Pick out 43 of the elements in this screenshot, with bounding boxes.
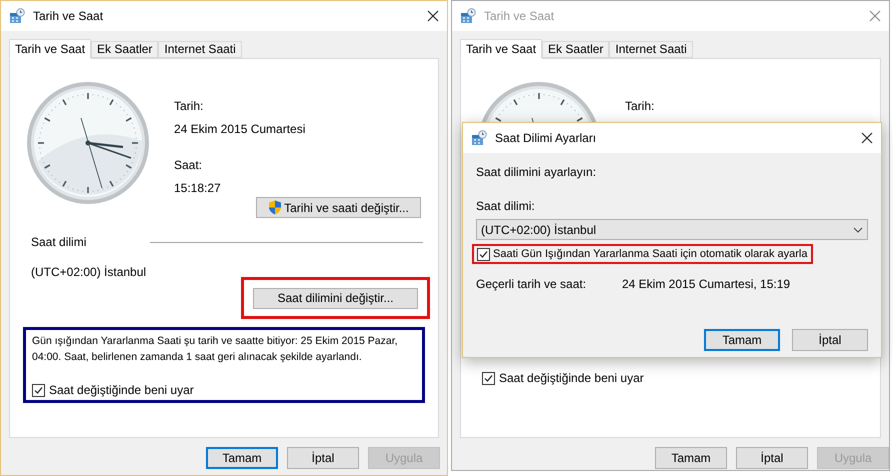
section-heading: Saat dilimi xyxy=(31,234,88,251)
calendar-clock-icon xyxy=(471,130,487,146)
date-label: Tarih: xyxy=(174,98,204,115)
tab[interactable]: Ek Saatler xyxy=(542,41,610,58)
dialog-button[interactable]: Tamam xyxy=(704,329,780,351)
tab[interactable]: Internet Saati xyxy=(158,41,242,58)
dialog-button[interactable]: Tamam xyxy=(655,447,727,469)
checkbox-label: Saati Gün Işığından Yararlanma Saati için otomatik olarak ayarla xyxy=(493,246,808,262)
chevron-down-icon xyxy=(853,226,863,232)
time-text: 15:18:27 xyxy=(174,180,222,197)
date-label: Tarih: xyxy=(625,98,654,115)
dialog-button[interactable]: İptal xyxy=(792,329,868,351)
change-datetime-button[interactable]: Tarihi ve saati değiştir... xyxy=(256,197,421,218)
checkbox[interactable] xyxy=(32,384,45,396)
checkbox-label: Saat değiştiğinde beni uyar xyxy=(499,370,644,387)
timezone-text: (UTC+02:00) İstanbul xyxy=(30,264,148,281)
dialog-button[interactable]: İptal xyxy=(736,447,808,469)
date-text: 24 Ekim 2015 Cumartesi xyxy=(174,121,306,138)
close-icon[interactable] xyxy=(861,132,873,144)
tab[interactable]: Tarih ve Saat xyxy=(9,39,92,59)
field-label: Geçerli tarih ve saat: xyxy=(476,276,588,293)
calendar-clock-icon xyxy=(9,8,25,24)
tab[interactable]: Internet Saati xyxy=(609,41,693,58)
checkbox[interactable] xyxy=(482,372,495,384)
current-datetime-text: 24 Ekim 2015 Cumartesi, 15:19 xyxy=(622,276,790,293)
dialog-button[interactable]: Tamam xyxy=(206,447,278,469)
time-label: Saat: xyxy=(174,157,204,174)
timezone-dropdown[interactable]: (UTC+02:00) İstanbul xyxy=(476,219,868,240)
window-title: Saat Dilimi Ayarları xyxy=(495,130,598,147)
window-title: Tarih ve Saat xyxy=(33,8,104,25)
tab[interactable]: Ek Saatler xyxy=(91,41,158,58)
change-timezone-button[interactable]: Saat dilimini değiştir... xyxy=(253,288,418,308)
dialog-button[interactable]: İptal xyxy=(287,447,359,469)
field-label: Saat dilimi: xyxy=(476,198,536,215)
close-icon[interactable] xyxy=(427,10,439,22)
tab[interactable]: Tarih ve Saat xyxy=(460,39,542,59)
window-title: Tarih ve Saat xyxy=(484,8,556,25)
shield-icon xyxy=(268,200,282,215)
calendar-clock-icon xyxy=(460,8,476,24)
checkbox[interactable] xyxy=(477,248,490,260)
prompt-text: Saat dilimini ayarlayın: xyxy=(476,164,598,181)
dst-info-text: Gün ışığından Yararlanma Saati şu tarih ve saatte bitiyor: 25 Ekim 2015 Pazar, 04:00. Saat, belirlenen zamanda 1 saat geri alınacak şekilde ayarlandı. xyxy=(32,334,399,365)
checkbox-label: Saat değiştiğinde beni uyar xyxy=(49,382,194,399)
